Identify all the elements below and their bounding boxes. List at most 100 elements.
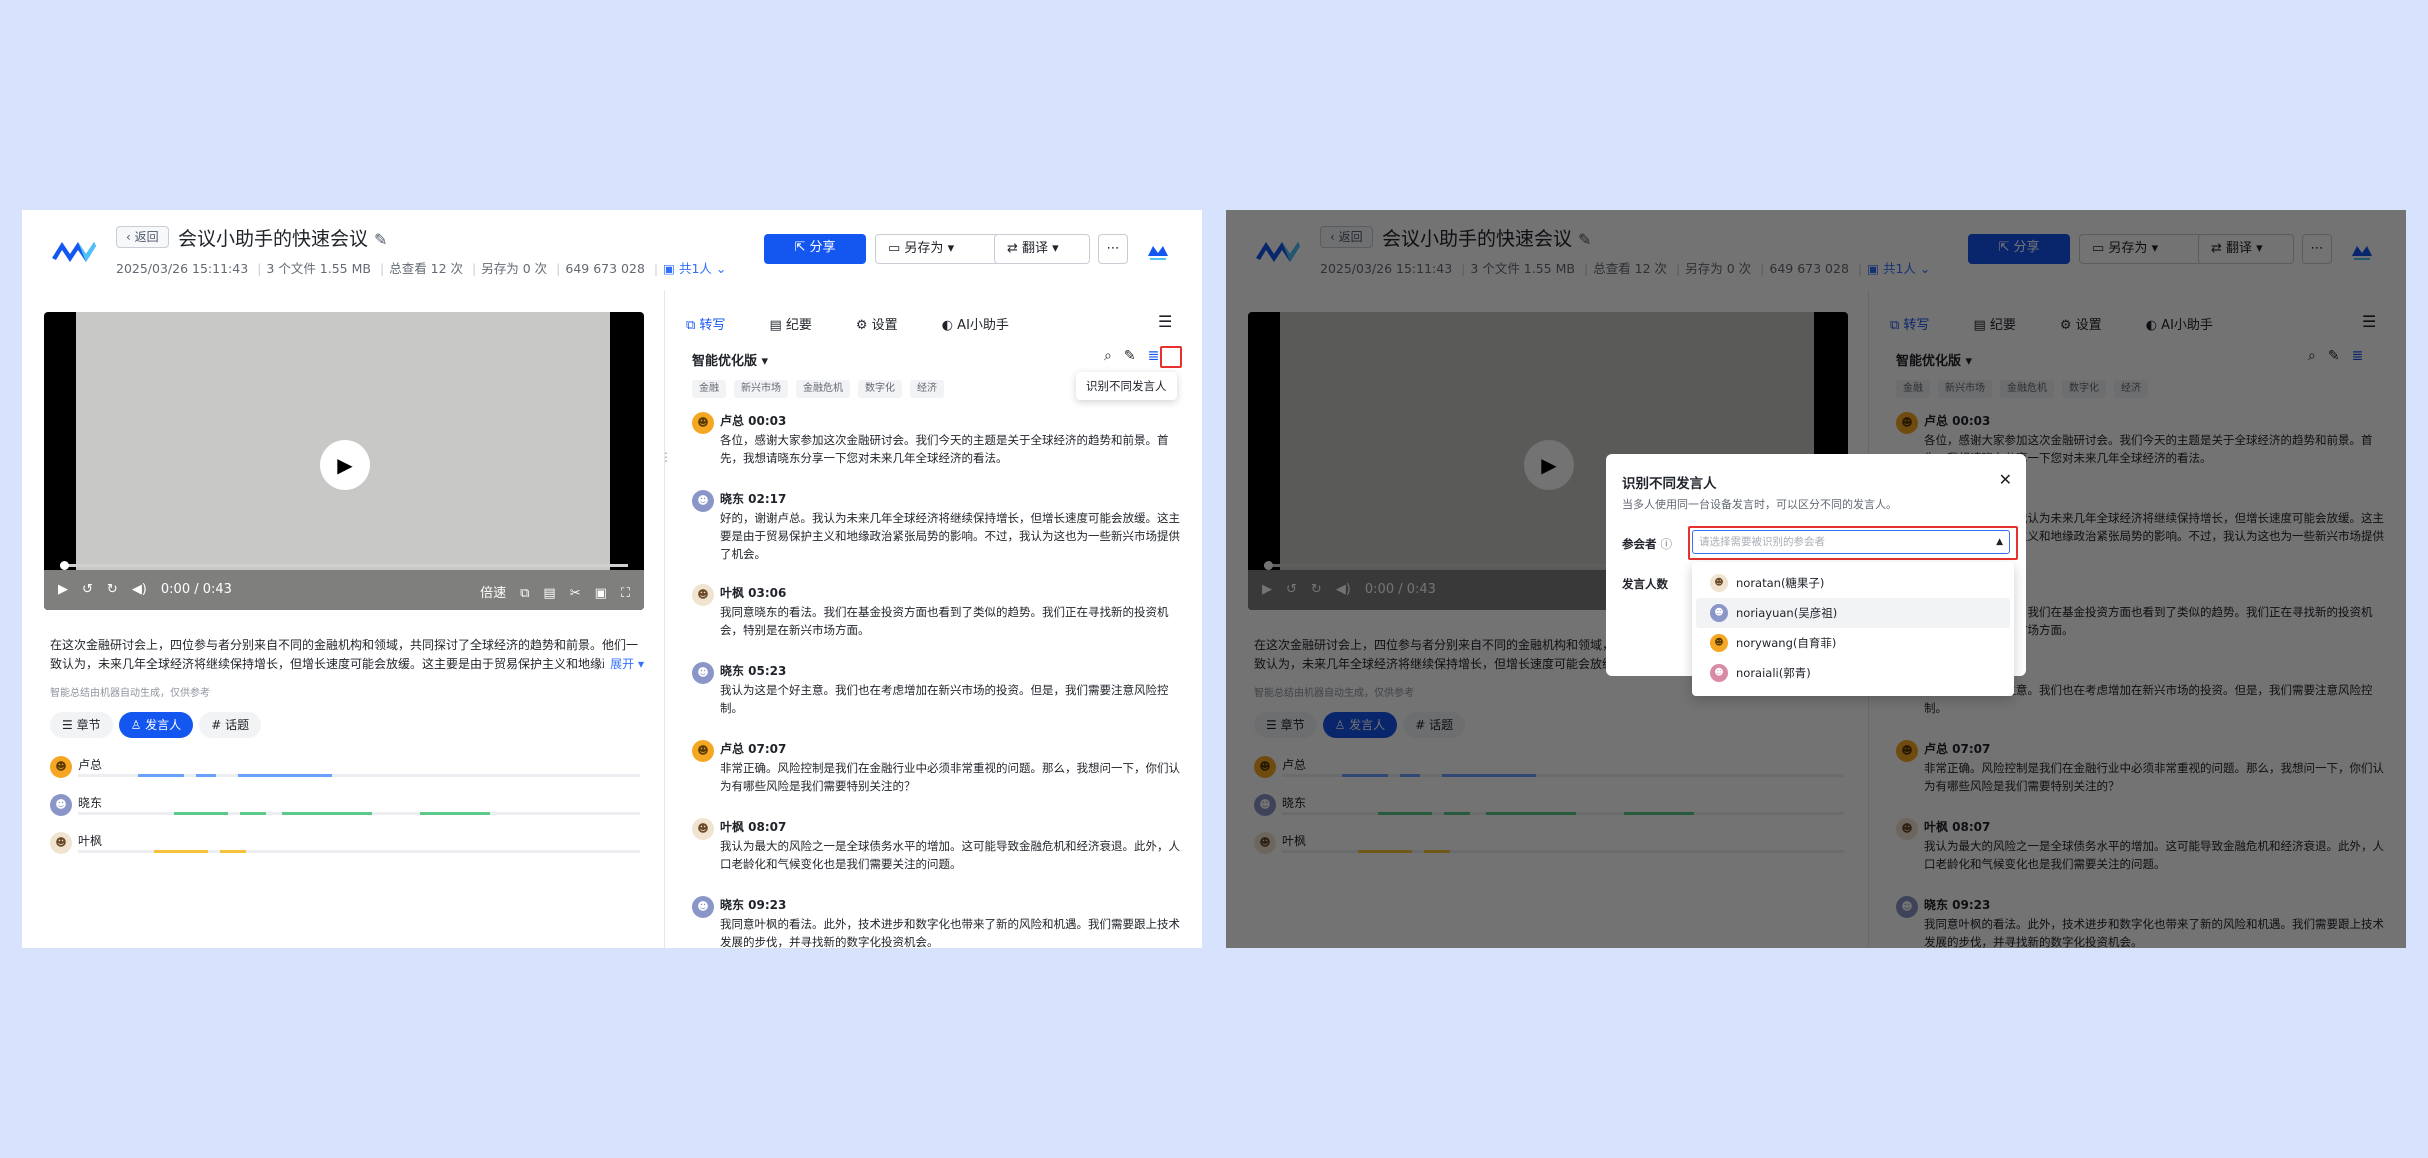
speaker-recognize-icon[interactable]: ≣: [1148, 348, 1160, 364]
entry-text: 我同意叶枫的看法。此外，技术进步和数字化也带来了新的风险和机遇。我们需要跟上技术…: [720, 917, 1180, 948]
tab-minutes[interactable]: ▤ 纪要: [769, 318, 833, 333]
progress-handle[interactable]: [60, 561, 69, 570]
speaker-timeline[interactable]: [78, 774, 640, 777]
speed-button[interactable]: 倍速: [480, 586, 506, 601]
version-label: 智能优化版: [692, 354, 758, 369]
info-icon[interactable]: ⓘ: [1661, 537, 1673, 551]
speaker-name: 晓东: [78, 796, 103, 810]
avatar: ☻: [50, 794, 72, 816]
translate-label: 翻译: [1022, 241, 1049, 256]
speaker-name: 叶枫: [78, 834, 103, 848]
speaker-timeline[interactable]: [78, 812, 640, 815]
speaker-timeline[interactable]: [78, 850, 640, 853]
pip-icon[interactable]: ⧉: [520, 586, 529, 601]
highlight-box: [1688, 526, 2018, 560]
more-button[interactable]: ⋯: [1098, 234, 1128, 264]
dropdown-option[interactable]: ☻ noratan(糖果子): [1696, 568, 2010, 598]
dialog-title: 识别不同发言人: [1622, 476, 1717, 492]
tag[interactable]: 经济: [910, 380, 944, 398]
close-icon[interactable]: ✕: [1999, 470, 2012, 489]
participants-label: 参会者 ⓘ: [1622, 536, 1672, 552]
avatar: ☻: [692, 412, 714, 434]
speaker-row[interactable]: ☻ 叶枫: [50, 832, 644, 856]
dropdown-option[interactable]: ☻ noriayuan(吴彦祖): [1696, 598, 2010, 628]
tab-label: 转写: [699, 318, 726, 333]
video-controls: ▶ ↺ ↻ ◀) 0:00 / 0:43 倍速 ⧉ ▤ ✂ ▣ ⛶: [44, 561, 644, 610]
option-label: noriayuan(吴彦祖): [1736, 606, 1838, 620]
save-as-label: 另存为: [904, 241, 944, 256]
speaker-row[interactable]: ☻ 卢总: [50, 756, 644, 780]
ai-note: 智能总结由机器自动生成，仅供参考: [50, 688, 210, 699]
people-count: 共1人: [678, 261, 712, 276]
back-button[interactable]: ‹ 返回: [116, 226, 169, 248]
tencent-meeting-logo: [52, 242, 96, 262]
tab-topics[interactable]: # 话题: [199, 712, 262, 738]
tooltip: 识别不同发言人: [1076, 372, 1177, 400]
avatar: ☻: [692, 662, 714, 684]
ai-summary: 在这次金融研讨会上，四位参与者分别来自不同的金融机构和领域，共同探讨了全球经济的…: [50, 636, 644, 674]
speaker-row[interactable]: ☻ 晓东: [50, 794, 644, 818]
entry-speaker: 晓东 02:17: [720, 492, 787, 506]
miniplayer-icon[interactable]: ▣: [595, 586, 607, 601]
option-label: noraiali(郭青): [1736, 666, 1811, 680]
tab-speakers[interactable]: ♙ 发言人: [118, 712, 194, 738]
entry-text: 各位，感谢大家参加这次金融研讨会。我们今天的主题是关于全球经济的趋势和前景。首先…: [720, 433, 1169, 465]
caption-icon[interactable]: ▤: [543, 586, 555, 601]
rewind-icon[interactable]: ↺: [82, 582, 93, 597]
expand-link[interactable]: 展开 ▾: [604, 655, 644, 674]
avatar: ☻: [692, 584, 714, 606]
search-icon[interactable]: ⌕: [1104, 348, 1112, 364]
video-progress[interactable]: [60, 561, 628, 570]
video-player[interactable]: ▶ ▶ ↺ ↻ ◀) 0:00 / 0:43 倍速 ⧉ ▤ ✂ ▣ ⛶: [44, 312, 644, 610]
speaker-name: 卢总: [78, 758, 103, 772]
share-icon: ⇱: [794, 240, 810, 255]
play-icon[interactable]: ▶: [320, 440, 370, 490]
meta-views: 总查看 12 次: [389, 261, 464, 276]
tab-ai-assistant[interactable]: ◐ AI小助手: [942, 318, 1031, 333]
avatar: ☻: [1710, 574, 1728, 592]
clip-icon[interactable]: ✂: [570, 586, 581, 601]
tab-chapters[interactable]: ☰ 章节: [50, 712, 113, 738]
entry-text: 我认为这是个好主意。我们也在考虑增加在新兴市场的投资。但是，我们需要注意风险控制…: [720, 683, 1169, 715]
volume-icon[interactable]: ◀): [132, 582, 147, 597]
edit-icon[interactable]: ✎: [1124, 348, 1136, 364]
expand-label: 展开: [610, 657, 635, 671]
dropdown-option[interactable]: ☻ noraiali(郭青): [1696, 658, 2010, 688]
avatar: ☻: [50, 832, 72, 854]
meta-saves: 另存为 0 次: [481, 261, 548, 276]
divider: [664, 290, 665, 948]
translate-button[interactable]: ⇄ 翻译 ▾: [994, 234, 1090, 264]
list-settings-icon[interactable]: ☰: [1158, 312, 1172, 331]
tag[interactable]: 金融危机: [796, 380, 850, 398]
entry-speaker: 卢总 00:03: [720, 414, 787, 428]
dialog-description: 当多人使用同一台设备发言时，可以区分不同的发言人。: [1622, 498, 1897, 511]
share-button[interactable]: ⇱ 分享: [764, 234, 866, 264]
fullscreen-icon[interactable]: ⛶: [621, 586, 630, 601]
play-small-icon[interactable]: ▶: [58, 582, 68, 597]
meta-files: 3 个文件 1.55 MB: [266, 261, 371, 276]
tag[interactable]: 新兴市场: [734, 380, 788, 398]
version-selector[interactable]: 智能优化版 ▾: [692, 350, 768, 369]
forward-icon[interactable]: ↻: [107, 582, 118, 597]
participants-dropdown: ☻ noratan(糖果子) ☻ noriayuan(吴彦祖) ☻ norywang(…: [1692, 562, 2014, 696]
file-icon: ▭: [888, 241, 905, 256]
avatar: ☻: [692, 740, 714, 762]
people-dropdown[interactable]: ▣ 共1人⌄: [663, 261, 726, 276]
edit-icon[interactable]: ✎: [374, 230, 387, 249]
meeting-panel-left: ‹ 返回 会议小助手的快速会议 ✎ 2025/03/26 15:11:43 | 3 个…: [22, 210, 1202, 948]
dropdown-option[interactable]: ☻ norywang(自育菲): [1696, 628, 2010, 658]
summary-text: 在这次金融研讨会上，四位参与者分别来自不同的金融机构和领域，共同探讨了全球经济的…: [50, 638, 639, 671]
tag[interactable]: 金融: [692, 380, 726, 398]
tab-transcript[interactable]: ⧉ 转写: [686, 318, 747, 333]
label-text: 参会者: [1622, 537, 1657, 551]
left-tabs: ☰ 章节♙ 发言人# 话题: [50, 712, 267, 738]
save-as-button[interactable]: ▭ 另存为 ▾: [875, 234, 1007, 264]
video-time: 0:00 / 0:43: [160, 582, 232, 597]
tag[interactable]: 数字化: [858, 380, 902, 398]
meeting-panel-right: ‹ 返回 会议小助手的快速会议✎ 2025/03/26 15:11:43|3 个…: [1226, 210, 2406, 948]
share-label: 分享: [809, 240, 836, 255]
avatar: ☻: [1710, 634, 1728, 652]
tab-settings[interactable]: ⚙ 设置: [856, 318, 920, 333]
entry-speaker: 卢总 07:07: [720, 742, 787, 756]
resize-handle[interactable]: ⋮: [660, 450, 672, 464]
